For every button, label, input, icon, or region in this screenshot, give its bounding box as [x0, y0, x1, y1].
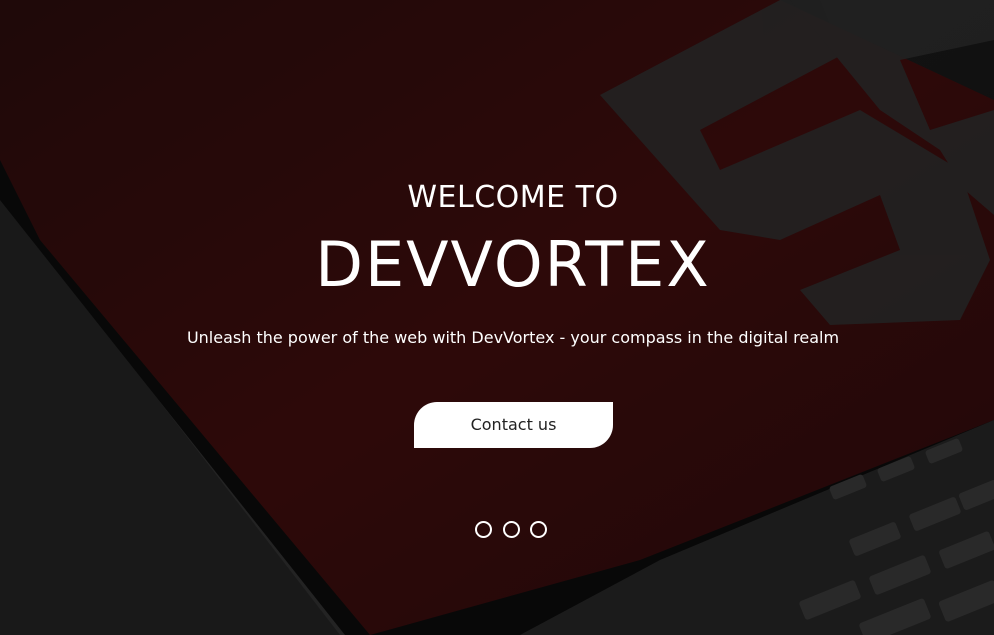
- carousel-dot-3[interactable]: [530, 521, 547, 538]
- hero-tagline: Unleash the power of the web with DevVor…: [186, 328, 840, 347]
- carousel-dot-1[interactable]: [475, 521, 492, 538]
- carousel-indicators: [475, 521, 555, 543]
- hero-welcome-text: WELCOME TO: [407, 180, 619, 215]
- contact-us-button[interactable]: Contact us: [414, 402, 613, 448]
- hero-section: WELCOME TO DEVVORTEX Unleash the power o…: [0, 0, 994, 635]
- hero-brand-title: DEVVORTEX: [315, 228, 711, 301]
- carousel-dot-2[interactable]: [503, 521, 520, 538]
- hero-content: WELCOME TO DEVVORTEX Unleash the power o…: [0, 0, 994, 635]
